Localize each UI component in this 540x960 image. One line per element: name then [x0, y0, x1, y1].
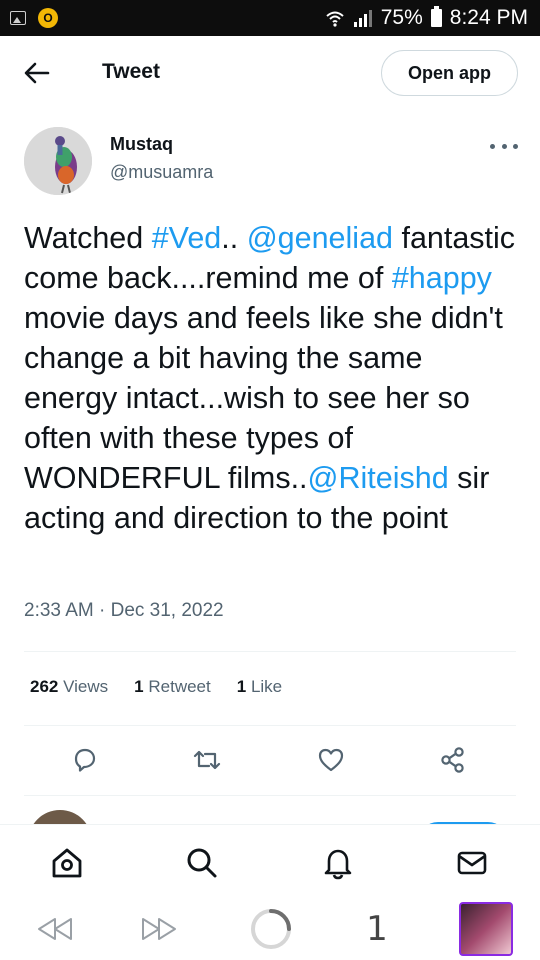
- search-icon: [187, 848, 217, 878]
- signal-icon: [353, 10, 372, 27]
- share-button[interactable]: [433, 740, 473, 780]
- tweet-actions: [0, 740, 540, 780]
- open-app-button[interactable]: Open app: [381, 50, 518, 96]
- home-icon: [52, 848, 82, 878]
- like-button[interactable]: [311, 740, 351, 780]
- author-handle[interactable]: @musuamra: [110, 162, 213, 183]
- nav-home[interactable]: [47, 843, 87, 883]
- tweet-text: Watched #Ved.. @geneliad fantastic come …: [24, 218, 524, 538]
- tweet-stats: 262 Views 1 Retweet 1 Like: [30, 677, 282, 697]
- wifi-icon: [326, 11, 344, 27]
- status-bar: O 75% 8:24 PM: [0, 0, 540, 36]
- mention-riteishd[interactable]: @Riteishd: [308, 461, 449, 495]
- page-title: Tweet: [102, 60, 160, 83]
- browser-system-bar: 1: [0, 898, 540, 960]
- rewind-back-icon: [38, 918, 72, 940]
- back-button[interactable]: [22, 58, 52, 88]
- tweet-timestamp[interactable]: 2:33 AM · Dec 31, 2022: [24, 600, 224, 622]
- mention-geneliad[interactable]: @geneliad: [247, 221, 393, 255]
- forward-icon: [142, 918, 176, 940]
- author-avatar[interactable]: [24, 127, 92, 195]
- tweet-text-segment: Watched: [24, 221, 152, 255]
- views-label: Views: [63, 677, 109, 696]
- status-bar-right: 75% 8:24 PM: [325, 6, 528, 30]
- reply-icon: [74, 748, 96, 772]
- divider: [24, 795, 516, 796]
- nav-messages[interactable]: [452, 843, 492, 883]
- image-notification-icon: [10, 11, 26, 25]
- profile-thumbnail-button[interactable]: [458, 902, 514, 956]
- likes-label: Like: [250, 677, 283, 696]
- retweet-button[interactable]: [187, 740, 227, 780]
- more-dot: [513, 143, 518, 149]
- browser-back-button[interactable]: [32, 906, 78, 952]
- hashtag-ved[interactable]: #Ved: [152, 221, 222, 255]
- nav-notifications[interactable]: [318, 843, 358, 883]
- back-arrow-icon: [24, 62, 50, 84]
- divider: [24, 725, 516, 726]
- likes-stat[interactable]: 1 Like: [237, 677, 282, 697]
- loading-indicator: [246, 906, 296, 952]
- divider: [24, 651, 516, 652]
- share-icon: [441, 747, 464, 773]
- more-dot: [501, 143, 507, 149]
- tweet-text-segment: ..: [221, 221, 247, 255]
- views-stat[interactable]: 262 Views: [30, 677, 108, 697]
- tab-count: 1: [366, 909, 388, 949]
- notifications-icon: [324, 849, 352, 880]
- battery-percent: 75%: [380, 6, 423, 29]
- loading-spinner-icon: [251, 909, 291, 949]
- more-dot: [490, 143, 495, 149]
- profile-thumbnail-image: [459, 902, 513, 956]
- browser-forward-button[interactable]: [136, 906, 182, 952]
- reply-button[interactable]: [65, 740, 105, 780]
- messages-icon: [457, 851, 487, 875]
- author-name[interactable]: Mustaq: [110, 134, 173, 155]
- app-notification-badge: O: [38, 8, 58, 28]
- bottom-navigation: [0, 824, 540, 898]
- status-bar-left: O: [10, 8, 58, 28]
- retweet-icon: [193, 750, 221, 770]
- likes-count: 1: [236, 677, 247, 696]
- tweet-header: Tweet Open app: [0, 36, 540, 110]
- retweets-count: 1: [134, 677, 144, 696]
- retweets-label: Retweet: [148, 677, 211, 696]
- clock: 8:24 PM: [449, 6, 528, 29]
- pigeon-avatar-image: [24, 127, 92, 195]
- like-icon: [318, 748, 344, 772]
- more-options-icon[interactable]: [490, 136, 518, 156]
- nav-search[interactable]: [182, 843, 222, 883]
- retweets-stat[interactable]: 1 Retweet: [134, 677, 211, 697]
- hashtag-happy[interactable]: #happy: [392, 261, 492, 295]
- tabs-button[interactable]: 1: [360, 906, 394, 952]
- battery-icon: [430, 6, 442, 27]
- views-count: 262: [30, 677, 59, 696]
